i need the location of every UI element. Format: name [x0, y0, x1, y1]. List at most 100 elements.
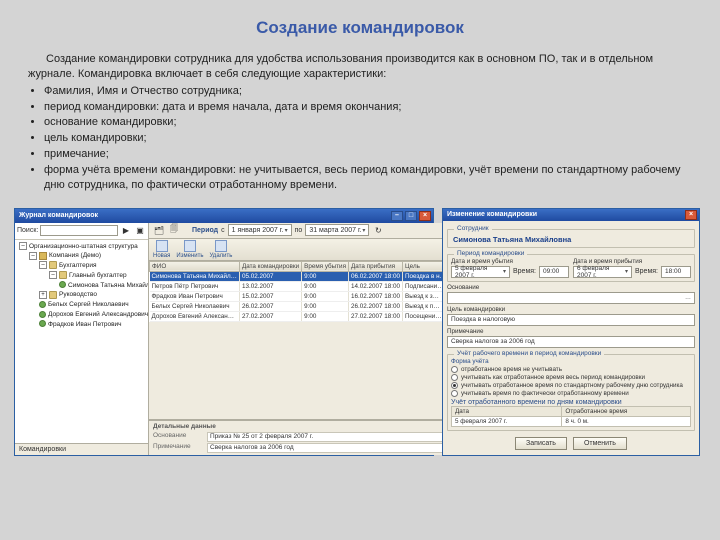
save-button[interactable]: Записать	[515, 437, 567, 450]
grid-column-header[interactable]: Дата командировки	[239, 261, 301, 271]
depart-date-input[interactable]: 5 февраля 2007 г.▾	[451, 266, 510, 278]
accounting-help: Учёт отработанного времени по дням коман…	[451, 399, 691, 406]
tool-icon[interactable]: 🗂	[153, 224, 165, 236]
grid-column-header[interactable]: Дата прибытия	[348, 261, 402, 271]
basis-value: Приказ № 25 от 2 февраля 2007 г.	[207, 432, 445, 442]
org-tree-panel: Поиск: ▶ ▣ –Организационно-штатная струк…	[15, 223, 149, 455]
dropdown-icon[interactable]: ▾	[503, 268, 506, 275]
basis-input[interactable]: …	[447, 292, 695, 304]
tree-collapse-icon[interactable]: –	[19, 242, 27, 250]
dropdown-icon[interactable]: ▾	[362, 227, 365, 234]
depart-time-input[interactable]: 09:00	[539, 266, 569, 278]
minimize-button[interactable]: –	[391, 211, 403, 221]
edit-button[interactable]: Изменить	[176, 240, 203, 259]
table-cell: 06.02.2007 18:00	[348, 271, 402, 281]
employee-name: Симонова Татьяна Михайловна	[451, 233, 691, 244]
grid-column-header[interactable]: Время убытия	[302, 261, 349, 271]
table-row[interactable]: Дорохов Евгений Алексан…27.02.20079:0027…	[150, 311, 449, 321]
table-row[interactable]: Симонова Татьяна Михайл…05.02.20079:0006…	[150, 271, 449, 281]
period-group-label: Период командировки	[454, 250, 527, 257]
period-label: Период	[192, 227, 218, 234]
close-button[interactable]: ×	[419, 211, 431, 221]
radio-label: учитывать время по фактически отработанн…	[461, 390, 629, 397]
trips-grid[interactable]: ФИОДата командировкиВремя убытияДата при…	[149, 261, 449, 322]
employee-group-label: Сотрудник	[454, 225, 492, 232]
table-cell: 27.02.2007	[239, 311, 301, 321]
new-button[interactable]: Новая	[153, 240, 170, 259]
tree-employee[interactable]: Фрадков Иван Петрович	[48, 321, 122, 328]
tree-employee[interactable]: Симонова Татьяна Михайловна	[68, 282, 148, 289]
person-icon	[39, 301, 46, 308]
search-clear-icon[interactable]: ▣	[134, 225, 146, 237]
table-cell: 9:00	[302, 311, 349, 321]
table-cell: 27.02.2007 18:00	[348, 311, 402, 321]
tree-role[interactable]: Главный бухгалтер	[69, 272, 127, 279]
mini-col-date: Дата	[452, 406, 562, 416]
mini-col-time: Отработанное время	[562, 406, 691, 416]
grid-column-header[interactable]: ФИО	[150, 261, 240, 271]
person-icon	[59, 281, 66, 288]
radio-label: отработанное время не учитывать	[461, 366, 562, 373]
search-input[interactable]	[40, 225, 118, 236]
delete-button[interactable]: Удалить	[209, 240, 232, 259]
dropdown-icon[interactable]: ▾	[285, 227, 288, 234]
period-to-input[interactable]: 31 марта 2007 г.▾	[305, 224, 369, 236]
journal-titlebar[interactable]: Журнал командировок – □ ×	[15, 209, 433, 223]
depart-label: Дата и время убытия	[451, 258, 569, 265]
note-label: Примечание	[447, 328, 695, 335]
tree-tab[interactable]: Командировки	[15, 443, 148, 455]
accounting-radio[interactable]: учитывать как отработанное время весь пе…	[451, 374, 691, 381]
tree-dept[interactable]: Бухгалтерия	[59, 262, 97, 269]
tree-employee[interactable]: Белых Сергей Николаевич	[48, 301, 129, 308]
table-row[interactable]: Фрадков Иван Петрович15.02.20079:0016.02…	[150, 291, 449, 301]
close-button[interactable]: ×	[685, 210, 697, 220]
tree-collapse-icon[interactable]: –	[39, 261, 47, 269]
table-row[interactable]: Петров Пётр Петрович13.02.20079:0014.02.…	[150, 281, 449, 291]
table-cell: 26.02.2007 18:00	[348, 301, 402, 311]
delete-icon	[215, 240, 227, 252]
accounting-radio[interactable]: учитывать время по фактически отработанн…	[451, 390, 691, 397]
tree-expand-icon[interactable]: +	[39, 291, 47, 299]
radio-icon[interactable]	[451, 390, 458, 397]
tree-collapse-icon[interactable]: –	[29, 252, 37, 260]
tree-root[interactable]: Организационно-штатная структура	[29, 243, 138, 250]
radio-icon[interactable]	[451, 374, 458, 381]
arrive-label: Дата и время прибытия	[573, 258, 691, 265]
tree-employee[interactable]: Дорохов Евгений Александрович	[48, 311, 148, 318]
table-cell: 16.02.2007 18:00	[348, 291, 402, 301]
accounting-radio[interactable]: отработанное время не учитывать	[451, 366, 691, 373]
time-label: Время:	[635, 268, 658, 275]
goal-input[interactable]: Поездка в налоговую	[447, 314, 695, 326]
search-go-icon[interactable]: ▶	[120, 225, 132, 237]
radio-icon[interactable]	[451, 382, 458, 389]
org-tree[interactable]: –Организационно-штатная структура –Компа…	[15, 240, 148, 443]
period-group: Период командировки Дата и время убытия …	[447, 254, 695, 282]
tree-collapse-icon[interactable]: –	[49, 271, 57, 279]
note-input[interactable]: Сверка налогов за 2006 год	[447, 336, 695, 348]
cancel-button[interactable]: Отменить	[573, 437, 627, 450]
intro-bullet: основание командировки;	[44, 115, 692, 130]
maximize-button[interactable]: □	[405, 211, 417, 221]
dropdown-icon[interactable]: …	[685, 295, 691, 301]
tree-company[interactable]: Компания (Демо)	[49, 252, 101, 259]
arrive-time-input[interactable]: 18:00	[661, 266, 691, 278]
table-cell: 9:00	[302, 281, 349, 291]
person-icon	[39, 311, 46, 318]
radio-icon[interactable]	[451, 366, 458, 373]
tool-icon[interactable]: 🗐	[168, 224, 180, 236]
new-icon	[156, 240, 168, 252]
arrive-date-input[interactable]: 6 февраля 2007 г.▾	[573, 266, 632, 278]
dropdown-icon[interactable]: ▾	[625, 268, 628, 275]
period-from-input[interactable]: 1 января 2007 г.▾	[228, 224, 292, 236]
table-row[interactable]: Белых Сергей Николаевич26.02.20079:0026.…	[150, 301, 449, 311]
table-cell: Дорохов Евгений Алексан…	[150, 311, 240, 321]
role-icon	[59, 271, 67, 279]
refresh-icon[interactable]: ↻	[372, 224, 384, 236]
tree-dept[interactable]: Руководство	[59, 291, 97, 298]
details-panel: Детальные данные ОснованиеПриказ № 25 от…	[149, 420, 449, 455]
accounting-radio[interactable]: учитывать отработанное время по стандарт…	[451, 382, 691, 389]
radio-label: учитывать как отработанное время весь пе…	[461, 374, 645, 381]
radio-label: учитывать отработанное время по стандарт…	[461, 382, 683, 389]
edit-titlebar[interactable]: Изменение командировки ×	[443, 209, 699, 221]
table-cell: 14.02.2007 18:00	[348, 281, 402, 291]
